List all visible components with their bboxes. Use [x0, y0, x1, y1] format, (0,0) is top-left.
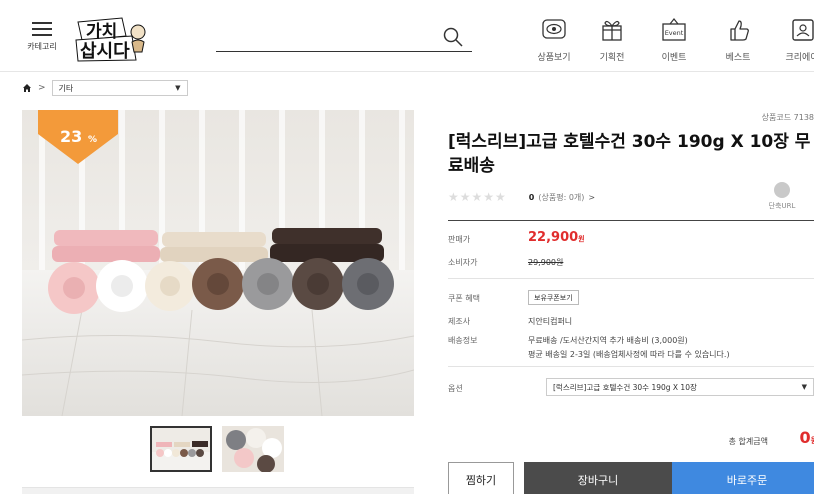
- home-icon[interactable]: [22, 83, 32, 93]
- search-icon[interactable]: [442, 26, 464, 48]
- star-rating: ★★★★★: [448, 190, 507, 204]
- search-bar: [216, 22, 472, 52]
- wishlist-button[interactable]: 찜하기: [448, 462, 514, 494]
- discount-value: 23: [60, 127, 82, 146]
- divider: [448, 278, 814, 279]
- maker-value: 지안티컴퍼니: [528, 317, 573, 326]
- sale-price: 22,900원: [528, 230, 585, 245]
- nav-label: 기획전: [599, 53, 625, 63]
- total-amount-value: 0: [799, 428, 811, 447]
- category-select-value: 기타: [58, 83, 74, 93]
- sale-price-unit: 원: [578, 235, 585, 243]
- thumbnail-2[interactable]: [222, 426, 284, 472]
- image-footer-box: [22, 487, 414, 494]
- rating-row: ★★★★★ 0 (상품평: 0개) >: [448, 190, 595, 204]
- caret-down-icon: ▼: [175, 84, 181, 92]
- logo-graphic: 가치 삽시다: [75, 17, 146, 62]
- nav-creator[interactable]: 크리에이: [772, 18, 814, 63]
- buy-now-button[interactable]: 바로주문: [672, 462, 814, 494]
- category-menu-label: 카테고리: [27, 42, 57, 51]
- price-label: 판매가: [448, 235, 471, 244]
- nav-label: 베스트: [725, 53, 751, 63]
- thumbnail-2-image: [222, 426, 284, 472]
- total-label: 총 합계금액: [728, 437, 768, 446]
- thumbnail-1-image: [152, 428, 210, 470]
- shipping-label: 배송정보: [448, 336, 478, 345]
- link-icon: [774, 182, 790, 198]
- breadcrumb: > 기타 ▼: [22, 80, 188, 96]
- discount-badge: 23 %: [38, 110, 118, 164]
- nav-best[interactable]: 베스트: [708, 18, 768, 63]
- product-code: 상품코드 7138: [761, 113, 814, 122]
- option-label: 옵션: [448, 384, 463, 393]
- nav-event[interactable]: Event 이벤트: [644, 18, 704, 63]
- add-to-cart-button[interactable]: 장바구니: [524, 462, 672, 494]
- total-amount: 0원: [799, 428, 814, 447]
- hamburger-icon: [32, 22, 52, 36]
- review-arrow-icon[interactable]: >: [588, 193, 595, 202]
- nav-label: 크리에이: [785, 53, 814, 63]
- review-text[interactable]: (상품평: 0개): [538, 192, 584, 203]
- short-url-button[interactable]: 단축URL: [762, 182, 802, 211]
- option-select[interactable]: [럭스리브]고급 호텔수건 30수 190g X 10장 ▼: [546, 378, 814, 396]
- product-title: [럭스리브]고급 호텔수건 30수 190g X 10장 무료배송: [448, 132, 811, 176]
- coupon-label: 쿠폰 혜택: [448, 294, 480, 303]
- divider: [448, 220, 814, 221]
- product-main-image: 23 %: [22, 110, 414, 416]
- site-header: 카테고리 가치 삽시다 상품보기 기획전 Event 이벤트 베스트 크리에: [0, 0, 814, 72]
- event-icon-text: Event: [665, 29, 684, 37]
- logo-text-line1: 가치: [86, 22, 117, 42]
- breadcrumb-separator: >: [38, 83, 46, 93]
- category-select[interactable]: 기타 ▼: [51, 80, 188, 96]
- maker-label: 제조사: [448, 317, 471, 326]
- consumer-price-label: 소비자가: [448, 258, 478, 267]
- discount-unit: %: [88, 135, 97, 145]
- sale-price-value: 22,900: [528, 230, 579, 245]
- gift-icon: [602, 20, 622, 41]
- caret-down-icon: ▼: [801, 383, 807, 391]
- shipping-info-line2: 평균 배송일 2-3일 (배송업체사정에 따라 다를 수 있습니다.): [528, 350, 730, 359]
- creator-icon: [792, 19, 814, 41]
- nav-product-view[interactable]: 상품보기: [524, 18, 584, 63]
- view-coupons-button[interactable]: 보유쿠폰보기: [528, 290, 579, 305]
- logo-text-line2: 삽시다: [80, 41, 130, 62]
- thumbnail-1[interactable]: [150, 426, 212, 472]
- total-amount-unit: 원: [811, 436, 814, 445]
- shipping-info-line1: 무료배송 /도서산간지역 추가 배송비 (3,000원): [528, 336, 688, 345]
- divider: [448, 366, 814, 367]
- option-select-value: [럭스리브]고급 호텔수건 30수 190g X 10장: [553, 382, 697, 392]
- nav-exhibition[interactable]: 기획전: [582, 18, 642, 63]
- search-input[interactable]: [216, 22, 436, 50]
- short-url-label: 단축URL: [768, 202, 796, 210]
- eye-icon: [542, 19, 566, 39]
- category-menu-button[interactable]: 카테고리: [24, 22, 60, 52]
- nav-label: 상품보기: [537, 53, 571, 63]
- thumbs-up-icon: [730, 20, 749, 41]
- nav-label: 이벤트: [661, 53, 687, 63]
- consumer-price: 29,900원: [528, 258, 564, 267]
- review-count[interactable]: 0: [529, 193, 535, 202]
- event-icon: Event: [662, 18, 686, 41]
- site-logo[interactable]: 가치 삽시다: [72, 16, 150, 62]
